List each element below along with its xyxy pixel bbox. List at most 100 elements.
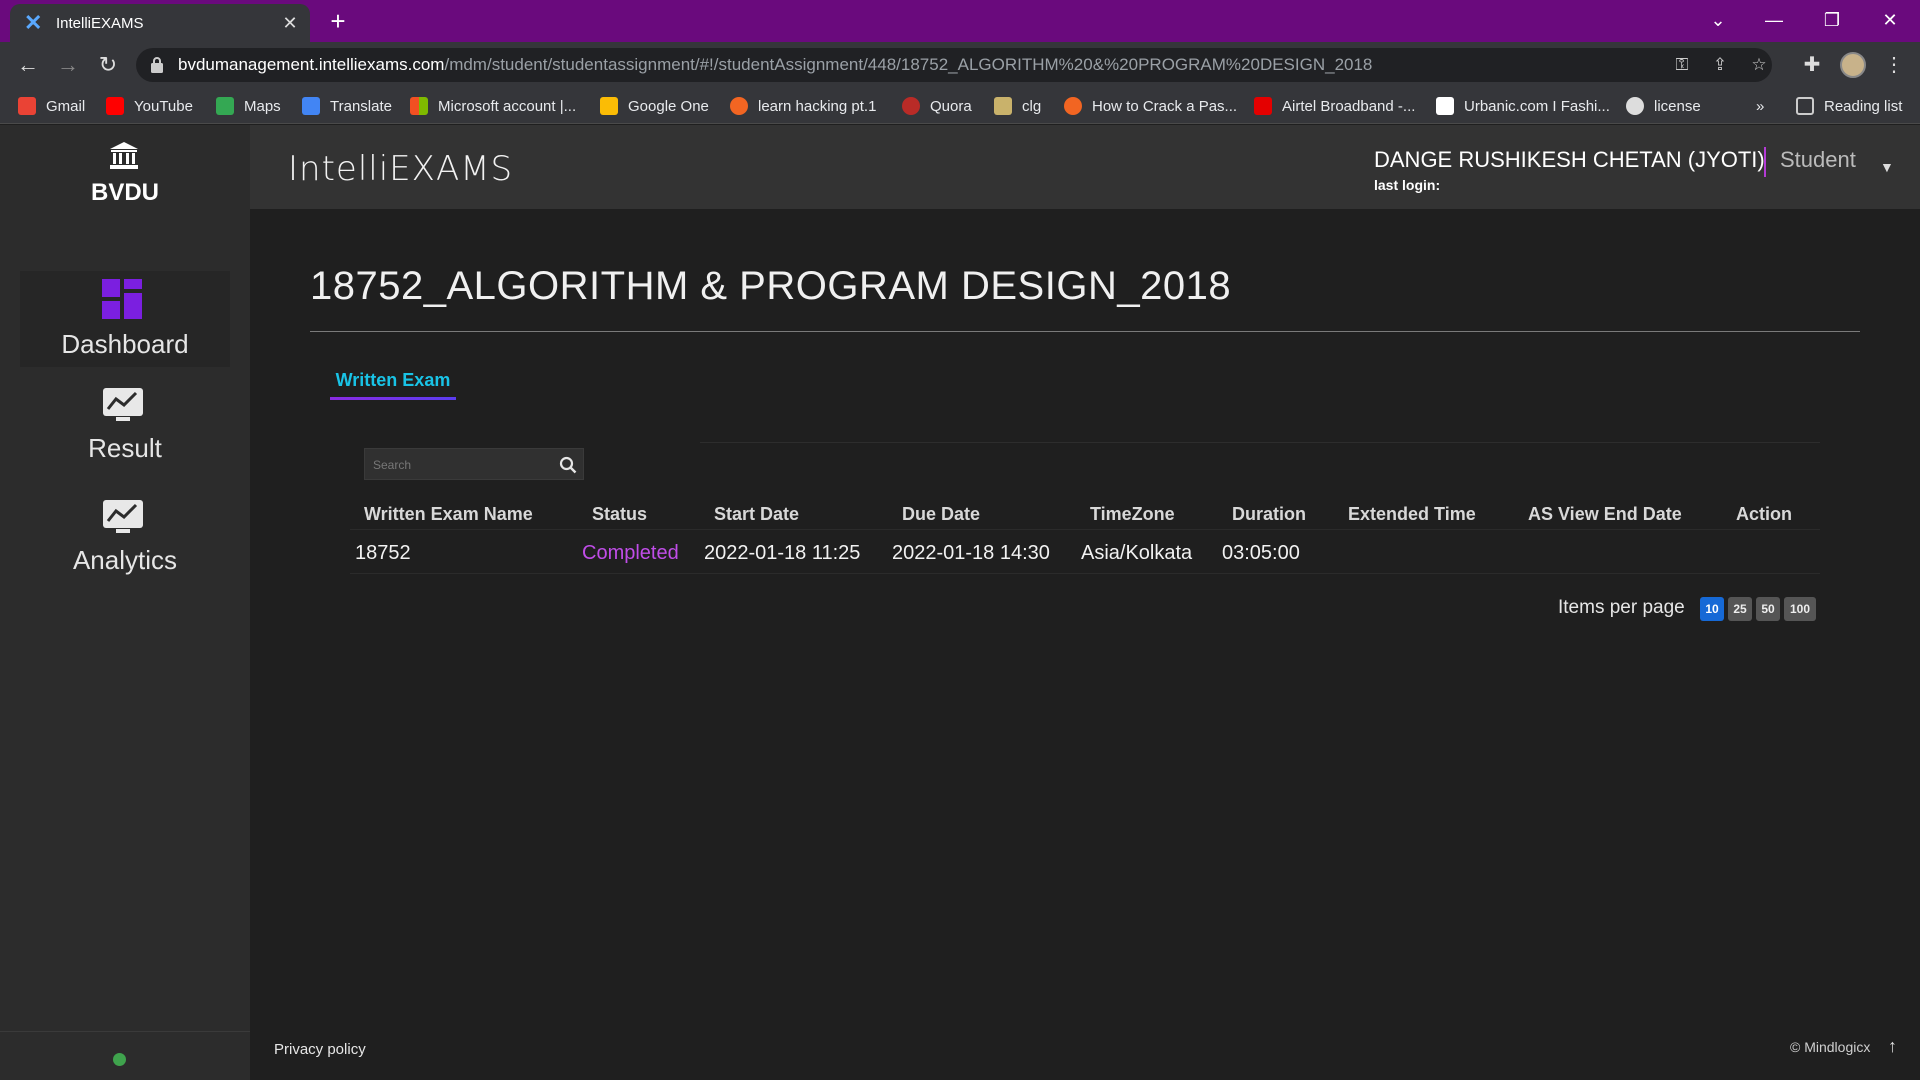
- sidebar-item-label: Analytics: [72, 545, 178, 575]
- duration-cell: 03:05:00: [1222, 542, 1300, 564]
- tab-written-exam[interactable]: Written Exam: [330, 370, 456, 400]
- bookmark-microsoft[interactable]: Microsoft account |...: [410, 96, 576, 116]
- clg-icon: [994, 97, 1012, 115]
- bookmark-quora[interactable]: Quora: [902, 96, 972, 116]
- bookmark-airtel[interactable]: Airtel Broadband -...: [1254, 96, 1415, 116]
- due-date-cell: 2022-01-18 14:30: [892, 542, 1050, 564]
- address-bar[interactable]: bvdumanagement.intelliexams.com/mdm/stud…: [136, 48, 1772, 82]
- close-window-button[interactable]: ✕: [1868, 6, 1912, 34]
- bookmark-license[interactable]: license: [1626, 96, 1701, 116]
- reading-list-icon: [1796, 97, 1814, 115]
- back-button[interactable]: ←: [14, 51, 42, 79]
- page-size-25-button[interactable]: 25: [1728, 597, 1752, 621]
- column-header[interactable]: AS View End Date: [1528, 504, 1682, 525]
- copyright-text: © Mindlogicx: [1790, 1039, 1871, 1055]
- minimize-button[interactable]: —: [1752, 6, 1796, 34]
- column-header[interactable]: Due Date: [902, 504, 980, 525]
- new-tab-button[interactable]: +: [324, 8, 352, 34]
- reading-list-button[interactable]: Reading list: [1796, 96, 1902, 116]
- privacy-policy-link[interactable]: Privacy policy: [274, 1041, 366, 1058]
- blog-icon: [730, 97, 748, 115]
- extensions-icon[interactable]: ✚: [1798, 51, 1826, 79]
- table-row[interactable]: 18752 Completed 2022-01-18 11:25 2022-01…: [350, 534, 1820, 574]
- gmail-icon: [18, 97, 36, 115]
- page-size-100-button[interactable]: 100: [1784, 597, 1816, 621]
- urbanic-icon: [1436, 97, 1454, 115]
- restore-button[interactable]: ❐: [1810, 6, 1854, 34]
- close-tab-icon[interactable]: ✕: [280, 13, 300, 34]
- share-icon[interactable]: ⇪: [1709, 54, 1731, 76]
- bookmarks-overflow-button[interactable]: »: [1756, 96, 1764, 116]
- menu-icon[interactable]: ⋮: [1880, 51, 1908, 79]
- university-icon: [110, 142, 138, 169]
- column-header[interactable]: Start Date: [714, 504, 799, 525]
- sidebar-item-analytics[interactable]: Analytics: [20, 499, 230, 595]
- exam-name-cell: 18752: [355, 542, 411, 564]
- key-icon[interactable]: ⚿: [1671, 54, 1693, 76]
- column-header[interactable]: Status: [592, 504, 647, 525]
- bookmark-gmail[interactable]: Gmail: [18, 96, 85, 116]
- column-header[interactable]: Extended Time: [1348, 504, 1476, 525]
- airtel-icon: [1254, 97, 1272, 115]
- bookmark-star-icon[interactable]: ☆: [1748, 54, 1770, 76]
- scroll-to-top-icon[interactable]: ↑: [1888, 1036, 1897, 1057]
- dashboard-icon: [102, 279, 142, 319]
- sidebar-item-dashboard[interactable]: Dashboard: [20, 271, 230, 367]
- maps-icon: [216, 97, 234, 115]
- bookmark-label: Urbanic.com I Fashi...: [1464, 97, 1610, 115]
- bookmark-label: clg: [1022, 97, 1042, 115]
- chevron-down-icon[interactable]: ▼: [1880, 159, 1894, 175]
- bookmark-maps[interactable]: Maps: [216, 96, 281, 116]
- bookmark-crack-password[interactable]: How to Crack a Pas...: [1064, 96, 1237, 116]
- column-header[interactable]: TimeZone: [1090, 504, 1175, 525]
- app-sidebar: BVDU Dashboard Result Analytics: [0, 125, 250, 1080]
- panel-divider: [700, 442, 1820, 443]
- column-header[interactable]: Action: [1736, 504, 1792, 525]
- bookmark-translate[interactable]: Translate: [302, 96, 392, 116]
- intelliexams-logo: IntelliEXAMS: [288, 149, 514, 189]
- bookmark-label: YouTube: [134, 97, 193, 115]
- url-text: bvdumanagement.intelliexams.com/mdm/stud…: [178, 55, 1372, 75]
- profile-avatar[interactable]: [1840, 52, 1866, 78]
- bookmark-label: Quora: [930, 97, 972, 115]
- brand-name: BVDU: [90, 179, 159, 206]
- page-size-10-button[interactable]: 10: [1700, 597, 1724, 621]
- overflow-label: »: [1756, 97, 1765, 115]
- bookmark-label: Google One: [628, 97, 709, 115]
- search-box: [364, 448, 584, 480]
- bookmark-urbanic[interactable]: Urbanic.com I Fashi...: [1436, 96, 1610, 116]
- chart-icon: [103, 388, 143, 421]
- search-icon[interactable]: [559, 456, 577, 474]
- user-role[interactable]: Student: [1780, 147, 1856, 173]
- blog-icon: [1064, 97, 1082, 115]
- intelliexams-favicon-icon: ✕: [24, 10, 43, 35]
- bookmark-label: Microsoft account |...: [438, 97, 577, 115]
- reload-button[interactable]: ↻: [94, 51, 122, 79]
- translate-icon: [302, 97, 320, 115]
- bookmark-clg[interactable]: clg: [994, 96, 1041, 116]
- column-header[interactable]: Written Exam Name: [364, 504, 533, 525]
- forward-button[interactable]: →: [54, 51, 82, 79]
- browser-tab[interactable]: ✕ IntelliEXAMS ✕: [10, 4, 310, 42]
- timezone-cell: Asia/Kolkata: [1081, 542, 1193, 564]
- bookmark-label: Maps: [244, 97, 281, 115]
- bookmark-youtube[interactable]: YouTube: [106, 96, 193, 116]
- bookmark-label: How to Crack a Pas...: [1092, 97, 1238, 115]
- google-one-icon: [600, 97, 618, 115]
- browser-tab-bar: ✕ IntelliEXAMS ✕ + ⌄ — ❐ ✕: [0, 0, 1920, 42]
- bookmark-label: Airtel Broadband -...: [1282, 97, 1416, 115]
- search-input[interactable]: [373, 455, 553, 475]
- page-size-50-button[interactable]: 50: [1756, 597, 1780, 621]
- active-tab-indicator: [330, 397, 456, 400]
- bookmark-learn-hacking[interactable]: learn hacking pt.1: [730, 96, 876, 116]
- browser-tab-title: IntelliEXAMS: [56, 14, 144, 32]
- bookmark-google-one[interactable]: Google One: [600, 96, 709, 116]
- bookmark-label: license: [1654, 97, 1701, 115]
- tab-search-icon[interactable]: ⌄: [1696, 6, 1740, 34]
- role-divider: [1764, 147, 1766, 177]
- online-status-indicator: [113, 1053, 126, 1066]
- sidebar-item-result[interactable]: Result: [20, 387, 230, 483]
- microsoft-icon: [410, 97, 428, 115]
- chart-icon: [103, 500, 143, 533]
- column-header[interactable]: Duration: [1232, 504, 1306, 525]
